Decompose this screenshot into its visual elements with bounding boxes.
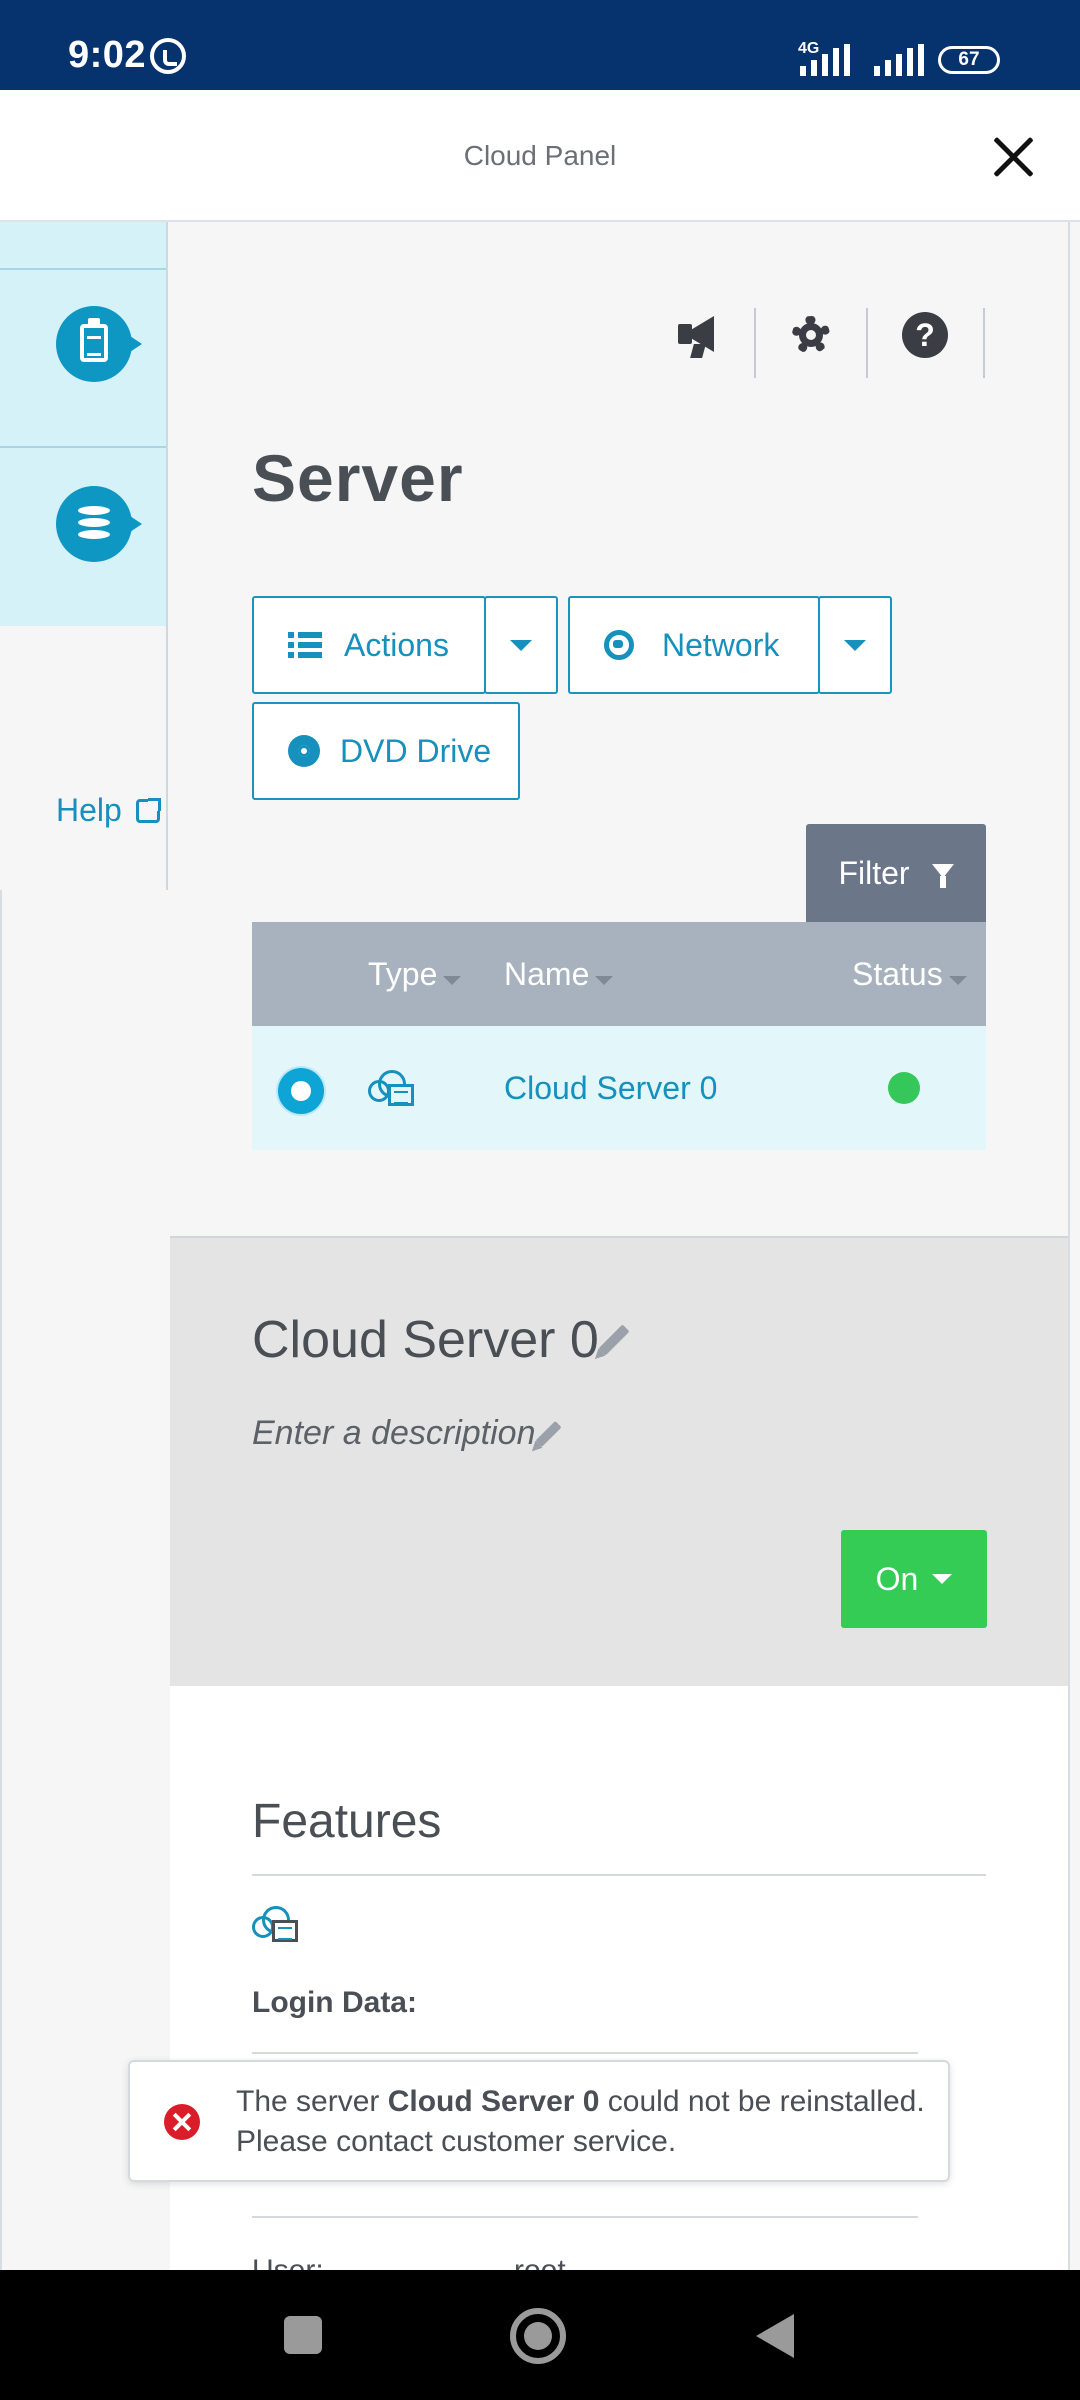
column-type[interactable]: Type bbox=[368, 956, 462, 993]
sidebar-divider bbox=[0, 446, 166, 448]
toolbar-divider bbox=[754, 308, 756, 378]
navigation-bar bbox=[0, 2270, 1080, 2400]
status-time: 9:02 bbox=[68, 34, 147, 76]
home-icon[interactable] bbox=[510, 2308, 566, 2364]
table-header: Type Name Status bbox=[252, 922, 986, 1026]
toast-server-name: Cloud Server 0 bbox=[387, 2085, 600, 2118]
chevron-down-icon bbox=[932, 1574, 953, 1584]
sidebar-item-storage[interactable] bbox=[56, 486, 142, 562]
toolbar-divider bbox=[983, 308, 985, 378]
list-icon bbox=[288, 632, 322, 658]
column-label: Name bbox=[504, 956, 590, 992]
clipboard-icon bbox=[80, 318, 108, 362]
column-name[interactable]: Name bbox=[504, 956, 614, 993]
column-status[interactable]: Status bbox=[852, 956, 967, 993]
app-header: Cloud Panel bbox=[0, 90, 1080, 222]
actions-label: Actions bbox=[344, 626, 449, 663]
description-placeholder: Enter a description bbox=[252, 1414, 536, 1452]
chevron-down-icon bbox=[510, 639, 532, 651]
edit-icon[interactable] bbox=[598, 1324, 630, 1356]
divider bbox=[252, 2216, 918, 2218]
server-name-link[interactable]: Cloud Server 0 bbox=[504, 1070, 717, 1107]
network-button[interactable]: Network bbox=[568, 596, 820, 694]
chevron-down-icon bbox=[844, 639, 866, 651]
megaphone-icon[interactable] bbox=[676, 310, 726, 360]
network-dropdown-button[interactable] bbox=[818, 596, 892, 694]
database-icon bbox=[78, 506, 112, 542]
battery-icon: 67 bbox=[938, 46, 1000, 74]
edit-icon[interactable] bbox=[534, 1420, 562, 1447]
error-toast: The server Cloud Server 0 could not be r… bbox=[128, 2060, 950, 2182]
header-title: Cloud Panel bbox=[463, 140, 617, 171]
status-indicator bbox=[888, 1072, 920, 1104]
divider bbox=[252, 2052, 918, 2054]
recent-apps-icon[interactable] bbox=[284, 2316, 322, 2354]
signal-icon-2 bbox=[874, 44, 924, 76]
filter-icon bbox=[931, 864, 954, 888]
actions-dropdown-button[interactable] bbox=[484, 596, 558, 694]
close-icon[interactable] bbox=[990, 134, 1036, 180]
sort-icon bbox=[595, 976, 614, 985]
dvd-drive-label: DVD Drive bbox=[340, 732, 492, 769]
user-label: User: bbox=[252, 2254, 324, 2270]
sidebar-panel bbox=[0, 222, 166, 626]
whatsapp-icon bbox=[150, 38, 186, 74]
power-label: On bbox=[875, 1560, 919, 1597]
toast-message: The server Cloud Server 0 could not be r… bbox=[236, 2082, 926, 2162]
help-link[interactable]: Help bbox=[56, 792, 161, 829]
power-button[interactable]: On bbox=[841, 1530, 987, 1628]
divider bbox=[252, 1874, 986, 1876]
row-select-radio[interactable] bbox=[278, 1068, 324, 1114]
description-field[interactable]: Enter a description bbox=[252, 1414, 562, 1453]
external-link-icon bbox=[135, 797, 161, 823]
server-detail-panel: Cloud Server 0 Enter a description On bbox=[170, 1236, 1068, 1686]
toolbar-divider bbox=[866, 308, 868, 378]
content-border bbox=[1068, 222, 1070, 2270]
gear-icon[interactable] bbox=[786, 310, 836, 360]
content-border-left bbox=[0, 890, 2, 2270]
sort-icon bbox=[443, 976, 462, 985]
table-row[interactable]: Cloud Server 0 bbox=[252, 1026, 986, 1150]
server-title-text: Cloud Server 0 bbox=[252, 1311, 599, 1369]
disc-icon bbox=[288, 735, 320, 767]
column-label: Type bbox=[368, 956, 438, 992]
sort-icon bbox=[948, 976, 967, 985]
dvd-drive-button[interactable]: DVD Drive bbox=[252, 702, 520, 800]
features-title: Features bbox=[252, 1795, 442, 1848]
sidebar: Help bbox=[0, 222, 166, 890]
sidebar-item-clipboard[interactable] bbox=[56, 306, 142, 382]
page-title: Server bbox=[252, 441, 464, 515]
help-icon[interactable]: ? bbox=[900, 310, 950, 360]
actions-button[interactable]: Actions bbox=[252, 596, 486, 694]
filter-label: Filter bbox=[838, 854, 910, 891]
features-section: Features Login Data: User: root bbox=[170, 1686, 1068, 2270]
login-data-label: Login Data: bbox=[252, 1986, 417, 2019]
toast-prefix: The server bbox=[236, 2085, 388, 2118]
user-value: root bbox=[514, 2254, 566, 2270]
server-title: Cloud Server 0 bbox=[252, 1310, 630, 1370]
sidebar-divider bbox=[0, 268, 166, 270]
filter-button[interactable]: Filter bbox=[806, 824, 986, 922]
error-icon bbox=[164, 2104, 200, 2140]
network-label: Network bbox=[662, 626, 780, 663]
network-icon bbox=[604, 630, 634, 660]
column-label: Status bbox=[852, 956, 943, 992]
help-label: Help bbox=[56, 792, 122, 828]
back-icon[interactable] bbox=[756, 2314, 794, 2358]
status-bar: 9:02 4G 67 bbox=[0, 0, 1080, 90]
sidebar-border bbox=[166, 222, 168, 890]
signal-icon bbox=[800, 44, 850, 76]
cloud-server-icon bbox=[252, 1906, 298, 1942]
cloud-server-icon bbox=[368, 1070, 414, 1106]
